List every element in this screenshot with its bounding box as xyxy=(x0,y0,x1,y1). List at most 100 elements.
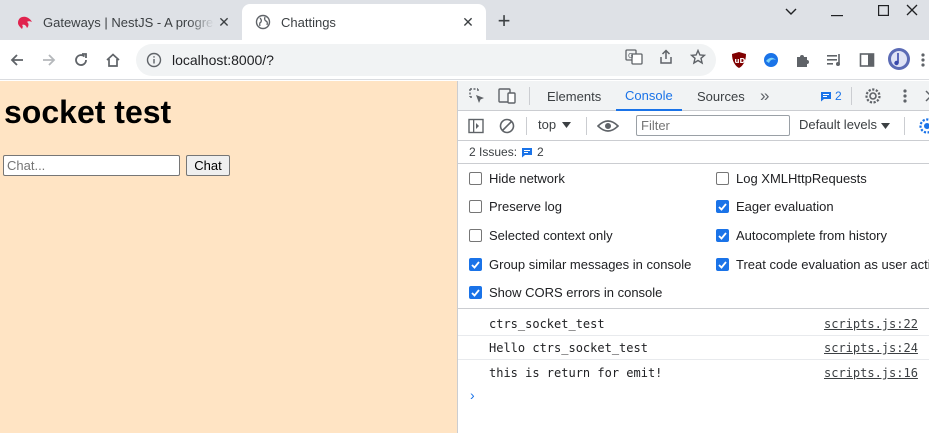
execution-context-select[interactable]: top xyxy=(538,117,572,132)
browser-toolbar: localhost:8000/? G uD xyxy=(0,40,929,80)
checkbox[interactable] xyxy=(469,229,482,242)
globe-icon xyxy=(254,13,272,31)
tab-console[interactable]: Console xyxy=(616,81,682,111)
page-viewport: socket test Chat xyxy=(0,81,457,433)
console-settings-gear-icon[interactable] xyxy=(918,117,929,135)
translate-icon[interactable]: G xyxy=(625,48,643,66)
setting-label: Treat code evaluation as user action xyxy=(736,257,929,272)
log-levels-dropdown[interactable]: Default levels xyxy=(799,117,890,132)
media-control-icon[interactable] xyxy=(826,51,844,69)
toolbar-divider xyxy=(586,117,587,135)
devtools-settings-gear-icon[interactable] xyxy=(864,87,882,105)
context-value: top xyxy=(538,117,557,132)
device-toolbar-icon[interactable] xyxy=(498,87,516,105)
tab-close-icon[interactable]: ✕ xyxy=(458,12,478,32)
profile-avatar[interactable] xyxy=(888,48,910,70)
setting-eager-evaluation[interactable]: Eager evaluation xyxy=(716,199,834,214)
setting-label: Selected context only xyxy=(489,228,613,243)
tab-search-chevron-icon[interactable] xyxy=(768,0,814,24)
back-arrow-icon[interactable] xyxy=(3,46,31,74)
page-title: socket test xyxy=(4,94,172,130)
checkbox[interactable] xyxy=(469,172,482,185)
bookmark-star-icon[interactable] xyxy=(689,48,707,66)
new-tab-button[interactable]: + xyxy=(493,8,515,33)
chat-button[interactable]: Chat xyxy=(186,155,230,176)
edge-icon[interactable] xyxy=(762,51,780,69)
puzzle-extensions-icon[interactable] xyxy=(794,51,812,69)
devtools-menu-icon[interactable] xyxy=(896,87,914,105)
issues-badge-count: 2 xyxy=(835,89,842,103)
toolbar-divider xyxy=(529,87,530,105)
setting-label: Hide network xyxy=(489,171,565,186)
close-window-icon[interactable] xyxy=(906,0,929,22)
setting-label: Preserve log xyxy=(489,199,562,214)
console-message-source-link[interactable]: scripts.js:24 xyxy=(824,341,918,355)
sidebar-toggle-icon[interactable] xyxy=(467,117,485,135)
live-expression-eye-icon[interactable] xyxy=(597,117,619,135)
tab-title: Gateways | NestJS - A progressive Node.j… xyxy=(43,14,214,30)
svg-text:uD: uD xyxy=(735,57,746,65)
checkbox-checked[interactable] xyxy=(716,200,729,213)
ublock-origin-icon[interactable]: uD xyxy=(730,51,748,69)
maximize-icon[interactable] xyxy=(860,0,906,22)
checkbox[interactable] xyxy=(716,172,729,185)
checkbox-checked[interactable] xyxy=(716,229,729,242)
tab-close-icon[interactable]: ✕ xyxy=(214,12,234,32)
console-message-text: this is return for emit! xyxy=(489,366,663,380)
checkbox-checked[interactable] xyxy=(469,258,482,271)
setting-hide-network[interactable]: Hide network xyxy=(469,171,565,186)
console-filter-input[interactable] xyxy=(636,115,790,136)
setting-label: Autocomplete from history xyxy=(736,228,888,243)
more-tabs-icon[interactable]: » xyxy=(760,81,769,111)
share-icon[interactable] xyxy=(657,48,675,66)
tab-strip: Gateways | NestJS - A progressive Node.j… xyxy=(0,0,929,40)
url-text: localhost:8000/? xyxy=(172,52,274,68)
console-message-source-link[interactable]: scripts.js:22 xyxy=(824,317,918,331)
console-message: Hello ctrs_socket_test scripts.js:24 xyxy=(458,336,929,360)
setting-label: Log XMLHttpRequests xyxy=(736,171,867,186)
close-devtools-icon[interactable] xyxy=(922,87,929,105)
console-message-text: Hello ctrs_socket_test xyxy=(489,341,648,355)
home-icon[interactable] xyxy=(99,46,127,74)
dropdown-caret-icon xyxy=(562,121,572,128)
console-message-source-link[interactable]: scripts.js:16 xyxy=(824,366,918,380)
inspect-element-icon[interactable] xyxy=(468,87,486,105)
setting-label: Eager evaluation xyxy=(736,199,834,214)
toolbar-divider xyxy=(851,87,852,105)
devtools-tab-bar: Elements Console Sources » 2 xyxy=(458,81,929,111)
issues-count: 2 xyxy=(537,145,544,159)
chrome-menu-icon[interactable] xyxy=(917,51,929,69)
toolbar-divider xyxy=(526,117,527,135)
console-message: this is return for emit! scripts.js:16 xyxy=(458,361,929,385)
console-prompt-chevron-icon[interactable]: › xyxy=(470,387,475,403)
forward-arrow-icon[interactable] xyxy=(35,46,63,74)
checkbox[interactable] xyxy=(469,200,482,213)
console-toolbar: top Default levels xyxy=(458,111,929,141)
tab-nestjs-gateways[interactable]: Gateways | NestJS - A progressive Node.j… xyxy=(4,4,242,40)
setting-log-xmlhttprequests[interactable]: Log XMLHttpRequests xyxy=(716,171,867,186)
tab-chattings[interactable]: Chattings ✕ xyxy=(242,4,486,40)
tab-sources[interactable]: Sources xyxy=(697,81,745,111)
setting-preserve-log[interactable]: Preserve log xyxy=(469,199,562,214)
issues-label: 2 Issues: xyxy=(469,145,518,159)
tab-elements[interactable]: Elements xyxy=(547,81,601,111)
minimize-icon[interactable] xyxy=(814,4,860,28)
issues-badge[interactable]: 2 xyxy=(820,89,842,103)
setting-treat-code-evaluation-as-user-action[interactable]: Treat code evaluation as user action xyxy=(716,257,929,272)
checkbox-checked[interactable] xyxy=(716,258,729,271)
setting-label: Group similar messages in console xyxy=(489,257,692,272)
issues-row[interactable]: 2 Issues: 2 xyxy=(458,141,929,164)
clear-console-icon[interactable] xyxy=(498,117,516,135)
setting-show-cors-errors[interactable]: Show CORS errors in console xyxy=(469,285,662,300)
reload-icon[interactable] xyxy=(67,46,95,74)
checkbox-checked[interactable] xyxy=(469,286,482,299)
chat-input[interactable] xyxy=(3,155,180,176)
setting-selected-context-only[interactable]: Selected context only xyxy=(469,228,613,243)
message-icon xyxy=(522,147,533,157)
side-panel-icon[interactable] xyxy=(858,51,876,69)
setting-label: Show CORS errors in console xyxy=(489,285,663,300)
setting-autocomplete-from-history[interactable]: Autocomplete from history xyxy=(716,228,887,243)
setting-group-similar-messages[interactable]: Group similar messages in console xyxy=(469,257,691,272)
nestjs-logo-icon xyxy=(16,13,34,31)
site-info-icon[interactable] xyxy=(146,52,162,68)
